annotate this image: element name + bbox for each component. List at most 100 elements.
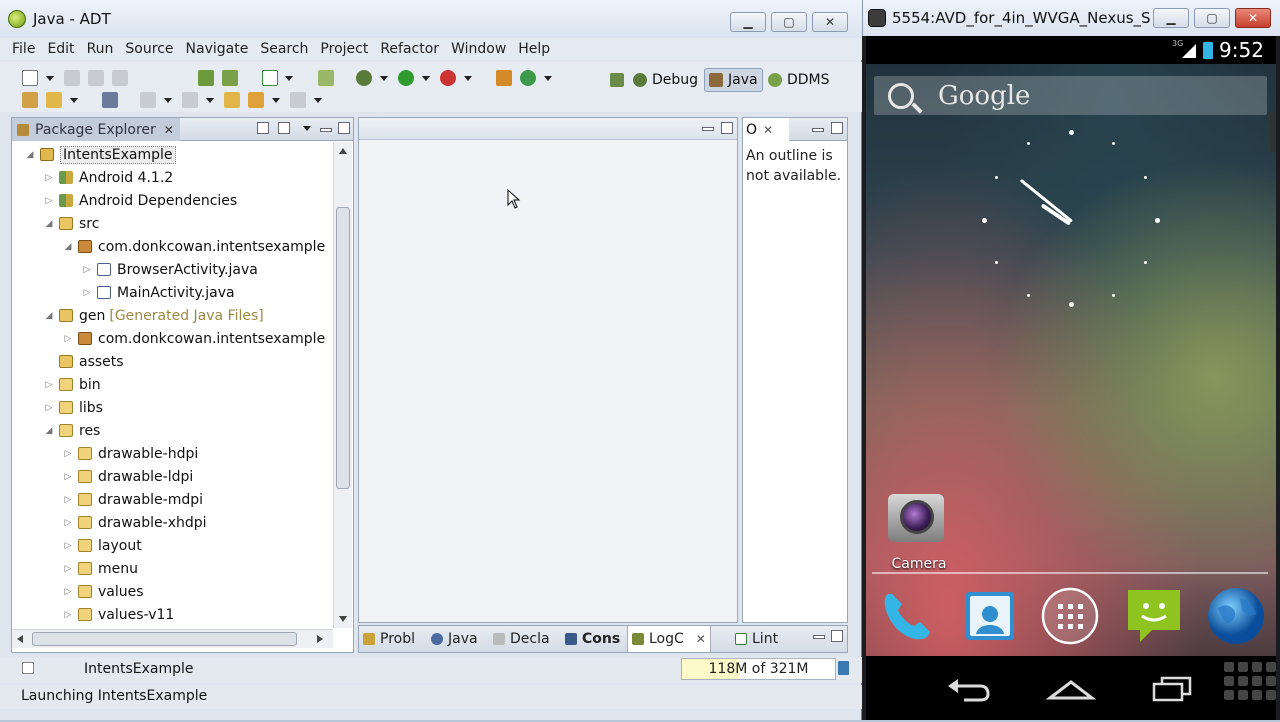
run-icon[interactable] (398, 70, 414, 86)
view-menu-icon[interactable] (303, 126, 311, 131)
google-search-bar[interactable]: Google (874, 76, 1267, 115)
tree-item[interactable]: ▷ drawable-hdpi (62, 442, 199, 465)
scroll-up-icon[interactable] (339, 148, 347, 154)
save-icon[interactable] (64, 70, 80, 86)
tab-logcat[interactable]: LogC ✕ (627, 626, 711, 652)
tree-item[interactable]: ▷ com.donkcowan.intentsexample (62, 327, 326, 350)
expanded-arrow-icon[interactable]: ◢ (62, 242, 74, 252)
previous-annotation-icon[interactable] (182, 92, 198, 108)
collapsed-arrow-icon[interactable]: ▷ (62, 472, 74, 482)
tree-item[interactable]: ▷ BrowserActivity.java (81, 258, 258, 281)
menu-navigate[interactable]: Navigate (186, 41, 249, 57)
menu-refactor[interactable]: Refactor (380, 41, 439, 57)
garbage-collect-icon[interactable] (838, 661, 849, 675)
menu-window[interactable]: Window (451, 41, 506, 57)
vertical-scrollbar[interactable] (333, 142, 352, 628)
analog-clock-widget[interactable] (976, 128, 1166, 318)
android-screen[interactable]: 3G 9:52 Google Camera (866, 36, 1276, 656)
close-view-icon[interactable]: ✕ (164, 123, 174, 137)
new-java-class-icon[interactable] (520, 70, 536, 86)
link-with-editor-icon[interactable] (278, 122, 290, 134)
expanded-arrow-icon[interactable]: ◢ (43, 426, 55, 436)
tree-item[interactable]: ▷ Android 4.1.2 (43, 166, 174, 189)
minimize-button[interactable]: ▁ (730, 12, 766, 32)
menu-run[interactable]: Run (87, 41, 114, 57)
emulator-maximize-button[interactable]: ▢ (1194, 8, 1230, 28)
expanded-arrow-icon[interactable]: ◢ (43, 311, 55, 321)
menu-search[interactable]: Search (260, 41, 308, 57)
collapse-all-icon[interactable] (257, 122, 269, 134)
save-all-icon[interactable] (88, 70, 104, 86)
tree-item[interactable]: ◢ com.donkcowan.intentsexample (62, 235, 326, 258)
tree-item[interactable]: ▷ libs (43, 396, 103, 419)
menu-help[interactable]: Help (518, 41, 550, 57)
collapsed-arrow-icon[interactable]: ▷ (43, 403, 55, 413)
previous-annotation-dropdown-icon[interactable] (206, 98, 214, 103)
collapsed-arrow-icon[interactable]: ▷ (62, 518, 74, 528)
collapsed-arrow-icon[interactable]: ▷ (62, 334, 74, 344)
horizontal-scroll-thumb[interactable] (32, 632, 297, 646)
menu-project[interactable]: Project (320, 41, 368, 57)
external-tools-icon[interactable] (440, 70, 456, 86)
avd-manager-icon[interactable] (222, 70, 238, 86)
close-outline-icon[interactable]: ✕ (763, 123, 773, 137)
package-explorer-tab[interactable]: Package Explorer ✕ (12, 118, 180, 141)
maximize-bottom-icon[interactable] (831, 630, 843, 642)
minimize-outline-icon[interactable] (812, 128, 824, 132)
tree-item[interactable]: ▷ drawable-xhdpi (62, 511, 207, 534)
minimize-editor-icon[interactable] (702, 127, 714, 131)
collapsed-arrow-icon[interactable]: ▷ (62, 495, 74, 505)
task-dropdown-icon[interactable] (70, 98, 78, 103)
browser-icon[interactable] (1204, 584, 1268, 648)
expanded-arrow-icon[interactable]: ◢ (24, 150, 36, 160)
tree-item[interactable]: ◢ IntentsExample (24, 143, 176, 166)
external-tools-dropdown-icon[interactable] (464, 76, 472, 81)
maximize-outline-icon[interactable] (831, 122, 843, 134)
vertical-scroll-thumb[interactable] (336, 207, 350, 489)
close-button[interactable]: ✕ (812, 12, 848, 32)
open-perspective-icon[interactable] (610, 73, 624, 87)
collapsed-arrow-icon[interactable]: ▷ (62, 541, 74, 551)
perspective-java[interactable]: Java (704, 68, 763, 92)
collapsed-arrow-icon[interactable]: ▷ (62, 610, 74, 620)
camera-app-icon[interactable] (886, 486, 946, 544)
collapsed-arrow-icon[interactable]: ▷ (43, 173, 55, 183)
maximize-button[interactable]: ▢ (771, 12, 807, 32)
tree-item[interactable]: assets (43, 350, 124, 373)
tree-item[interactable]: ▷ bin (43, 373, 101, 396)
tab-javadoc[interactable]: Java (431, 626, 478, 652)
tree-item[interactable]: ▷ values (62, 580, 144, 603)
menu-file[interactable]: File (12, 41, 35, 57)
tab-console[interactable]: Cons (565, 626, 620, 652)
minimize-bottom-icon[interactable] (813, 635, 825, 639)
print-icon[interactable] (112, 70, 128, 86)
minimize-view-icon[interactable] (320, 128, 332, 132)
contacts-icon[interactable] (958, 584, 1022, 648)
new-dropdown-icon[interactable] (46, 76, 54, 81)
collapsed-arrow-icon[interactable]: ▷ (43, 196, 55, 206)
back-icon[interactable] (944, 674, 994, 704)
android-sdk-manager-icon[interactable] (198, 70, 214, 86)
perspective-debug[interactable]: Debug (606, 68, 702, 92)
next-annotation-icon[interactable] (140, 92, 156, 108)
tab-declaration[interactable]: Decla (493, 626, 550, 652)
tree-item[interactable]: ▷ values-v11 (62, 603, 175, 626)
fast-view-icon[interactable] (22, 662, 34, 674)
toggle-mark-occurrences-icon[interactable] (102, 92, 118, 108)
tree-item[interactable]: ▷ drawable-ldpi (62, 465, 194, 488)
back-dropdown-icon[interactable] (272, 98, 280, 103)
tree-item[interactable]: ▷ MainActivity.java (81, 281, 235, 304)
tree-item[interactable]: ▷ drawable-mdpi (62, 488, 203, 511)
run-dropdown-icon[interactable] (422, 76, 430, 81)
debug-icon[interactable] (356, 70, 372, 86)
menu-edit[interactable]: Edit (47, 41, 74, 57)
close-logcat-icon[interactable]: ✕ (696, 632, 706, 646)
lint-check-icon[interactable] (262, 70, 278, 86)
open-type-icon[interactable] (22, 92, 38, 108)
collapsed-arrow-icon[interactable]: ▷ (81, 265, 93, 275)
home-icon[interactable] (1045, 674, 1097, 704)
scroll-down-icon[interactable] (339, 616, 347, 622)
debug-dropdown-icon[interactable] (380, 76, 388, 81)
editor-area[interactable] (358, 117, 738, 623)
emulator-minimize-button[interactable]: ▁ (1153, 8, 1189, 28)
